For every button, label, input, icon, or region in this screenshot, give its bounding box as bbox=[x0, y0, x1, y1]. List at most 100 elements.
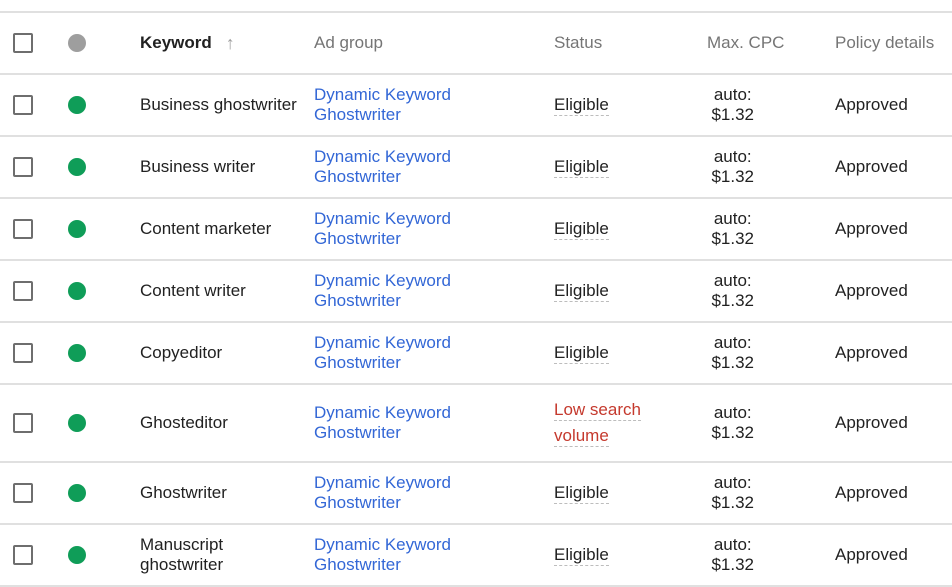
max-cpc-cell[interactable]: auto: $1.32 bbox=[690, 75, 754, 135]
status-text[interactable]: Eligible bbox=[554, 483, 609, 504]
ad-group-link[interactable]: Dynamic Keyword Ghostwriter bbox=[314, 333, 464, 373]
enabled-status-dot-icon[interactable] bbox=[68, 220, 86, 238]
ad-group-cell[interactable]: Dynamic Keyword Ghostwriter bbox=[314, 75, 534, 135]
policy-details-column-header[interactable]: Policy details bbox=[835, 13, 952, 73]
row-checkbox[interactable] bbox=[13, 413, 33, 433]
table-row[interactable]: Business writer Dynamic Keyword Ghostwrit… bbox=[0, 137, 952, 199]
cpc-value: $1.32 bbox=[711, 105, 754, 124]
table-row[interactable]: Manuscript ghostwriter Dynamic Keyword Gh… bbox=[0, 525, 952, 587]
keyword-text: Business ghostwriter bbox=[140, 95, 297, 114]
ad-group-link[interactable]: Dynamic Keyword Ghostwriter bbox=[314, 85, 464, 125]
keyword-cell[interactable]: Business writer bbox=[140, 137, 300, 197]
cpc-label: auto: bbox=[713, 271, 752, 290]
row-status-dot-cell bbox=[68, 525, 86, 585]
max-cpc-cell[interactable]: auto: $1.32 bbox=[690, 385, 754, 461]
ad-group-link[interactable]: Dynamic Keyword Ghostwriter bbox=[314, 209, 464, 249]
row-status-dot-cell bbox=[68, 385, 86, 461]
keyword-cell[interactable]: Manuscript ghostwriter bbox=[140, 525, 300, 585]
select-all-cell bbox=[13, 13, 33, 73]
status-text[interactable]: Eligible bbox=[554, 219, 609, 240]
table-row[interactable]: Ghosteditor Dynamic Keyword Ghostwriter Lo… bbox=[0, 385, 952, 463]
enabled-status-dot-icon[interactable] bbox=[68, 546, 86, 564]
cpc-label: auto: bbox=[713, 209, 752, 228]
status-text[interactable]: Eligible bbox=[554, 95, 609, 116]
select-all-checkbox[interactable] bbox=[13, 33, 33, 53]
max-cpc-cell[interactable]: auto: $1.32 bbox=[690, 261, 754, 321]
sort-arrow-up-icon[interactable]: ↑ bbox=[226, 33, 235, 53]
status-label: Eligible bbox=[554, 545, 609, 566]
cpc-label: auto: bbox=[713, 473, 752, 492]
row-status-dot-cell bbox=[68, 75, 86, 135]
row-checkbox[interactable] bbox=[13, 219, 33, 239]
table-row[interactable]: Content writer Dynamic Keyword Ghostwrite… bbox=[0, 261, 952, 323]
ad-group-column-header[interactable]: Ad group bbox=[314, 13, 534, 73]
max-cpc-cell[interactable]: auto: $1.32 bbox=[690, 463, 754, 523]
ad-group-cell[interactable]: Dynamic Keyword Ghostwriter bbox=[314, 525, 534, 585]
max-cpc-cell[interactable]: auto: $1.32 bbox=[690, 199, 754, 259]
status-cell: Eligible bbox=[554, 75, 684, 135]
ad-group-cell[interactable]: Dynamic Keyword Ghostwriter bbox=[314, 323, 534, 383]
row-checkbox[interactable] bbox=[13, 343, 33, 363]
row-checkbox[interactable] bbox=[13, 545, 33, 565]
ad-group-cell[interactable]: Dynamic Keyword Ghostwriter bbox=[314, 463, 534, 523]
ad-group-link[interactable]: Dynamic Keyword Ghostwriter bbox=[314, 271, 464, 311]
status-text[interactable]: Low search volume bbox=[554, 397, 654, 449]
status-cell: Eligible bbox=[554, 463, 684, 523]
row-checkbox[interactable] bbox=[13, 281, 33, 301]
row-checkbox[interactable] bbox=[13, 157, 33, 177]
max-cpc-cell[interactable]: auto: $1.32 bbox=[690, 525, 754, 585]
row-checkbox-cell bbox=[13, 137, 33, 197]
status-text[interactable]: Eligible bbox=[554, 281, 609, 302]
enabled-status-dot-icon[interactable] bbox=[68, 96, 86, 114]
enabled-status-dot-icon[interactable] bbox=[68, 344, 86, 362]
keyword-cell[interactable]: Content writer bbox=[140, 261, 300, 321]
keyword-cell[interactable]: Copyeditor bbox=[140, 323, 300, 383]
table-row[interactable]: Copyeditor Dynamic Keyword Ghostwriter Eli… bbox=[0, 323, 952, 385]
status-text[interactable]: Eligible bbox=[554, 157, 609, 178]
cpc-label: auto: bbox=[713, 403, 752, 422]
ad-group-cell[interactable]: Dynamic Keyword Ghostwriter bbox=[314, 199, 534, 259]
max-cpc-cell[interactable]: auto: $1.32 bbox=[690, 323, 754, 383]
policy-cell: Approved bbox=[835, 199, 952, 259]
ad-group-link[interactable]: Dynamic Keyword Ghostwriter bbox=[314, 403, 464, 443]
ad-group-link[interactable]: Dynamic Keyword Ghostwriter bbox=[314, 473, 464, 513]
keyword-cell[interactable]: Ghosteditor bbox=[140, 385, 300, 461]
policy-text: Approved bbox=[835, 483, 908, 502]
status-column-header[interactable]: Status bbox=[554, 13, 684, 73]
status-label: Low search volume bbox=[554, 400, 641, 447]
keyword-text: Copyeditor bbox=[140, 343, 223, 362]
cpc-value: $1.32 bbox=[711, 493, 754, 512]
keyword-column-header[interactable]: Keyword ↑ bbox=[140, 13, 300, 73]
enabled-status-dot-icon[interactable] bbox=[68, 414, 86, 432]
status-text[interactable]: Eligible bbox=[554, 545, 609, 566]
keyword-cell[interactable]: Content marketer bbox=[140, 199, 300, 259]
keyword-header-label: Keyword bbox=[140, 33, 212, 52]
enabled-status-dot-icon[interactable] bbox=[68, 484, 86, 502]
cpc-value: $1.32 bbox=[711, 555, 754, 574]
max-cpc-cell[interactable]: auto: $1.32 bbox=[690, 137, 754, 197]
max-cpc-column-header[interactable]: Max. CPC bbox=[707, 13, 784, 73]
keyword-cell[interactable]: Business ghostwriter bbox=[140, 75, 300, 135]
status-text[interactable]: Eligible bbox=[554, 343, 609, 364]
status-label: Eligible bbox=[554, 483, 609, 504]
cpc-value: $1.32 bbox=[711, 229, 754, 248]
status-filter-dot-icon[interactable] bbox=[68, 34, 86, 52]
ad-group-cell[interactable]: Dynamic Keyword Ghostwriter bbox=[314, 261, 534, 321]
table-row[interactable]: Content marketer Dynamic Keyword Ghostwri… bbox=[0, 199, 952, 261]
ad-group-cell[interactable]: Dynamic Keyword Ghostwriter bbox=[314, 137, 534, 197]
table-row[interactable]: Business ghostwriter Dynamic Keyword Ghos… bbox=[0, 75, 952, 137]
cpc-value: $1.32 bbox=[711, 291, 754, 310]
status-cell: Eligible bbox=[554, 137, 684, 197]
row-checkbox[interactable] bbox=[13, 483, 33, 503]
ad-group-link[interactable]: Dynamic Keyword Ghostwriter bbox=[314, 147, 464, 187]
status-label: Eligible bbox=[554, 343, 609, 364]
enabled-status-dot-icon[interactable] bbox=[68, 158, 86, 176]
ad-group-cell[interactable]: Dynamic Keyword Ghostwriter bbox=[314, 385, 534, 461]
policy-cell: Approved bbox=[835, 463, 952, 523]
table-row[interactable]: Ghostwriter Dynamic Keyword Ghostwriter El… bbox=[0, 463, 952, 525]
ad-group-link[interactable]: Dynamic Keyword Ghostwriter bbox=[314, 535, 464, 575]
keyword-cell[interactable]: Ghostwriter bbox=[140, 463, 300, 523]
enabled-status-dot-icon[interactable] bbox=[68, 282, 86, 300]
policy-cell: Approved bbox=[835, 75, 952, 135]
row-checkbox[interactable] bbox=[13, 95, 33, 115]
